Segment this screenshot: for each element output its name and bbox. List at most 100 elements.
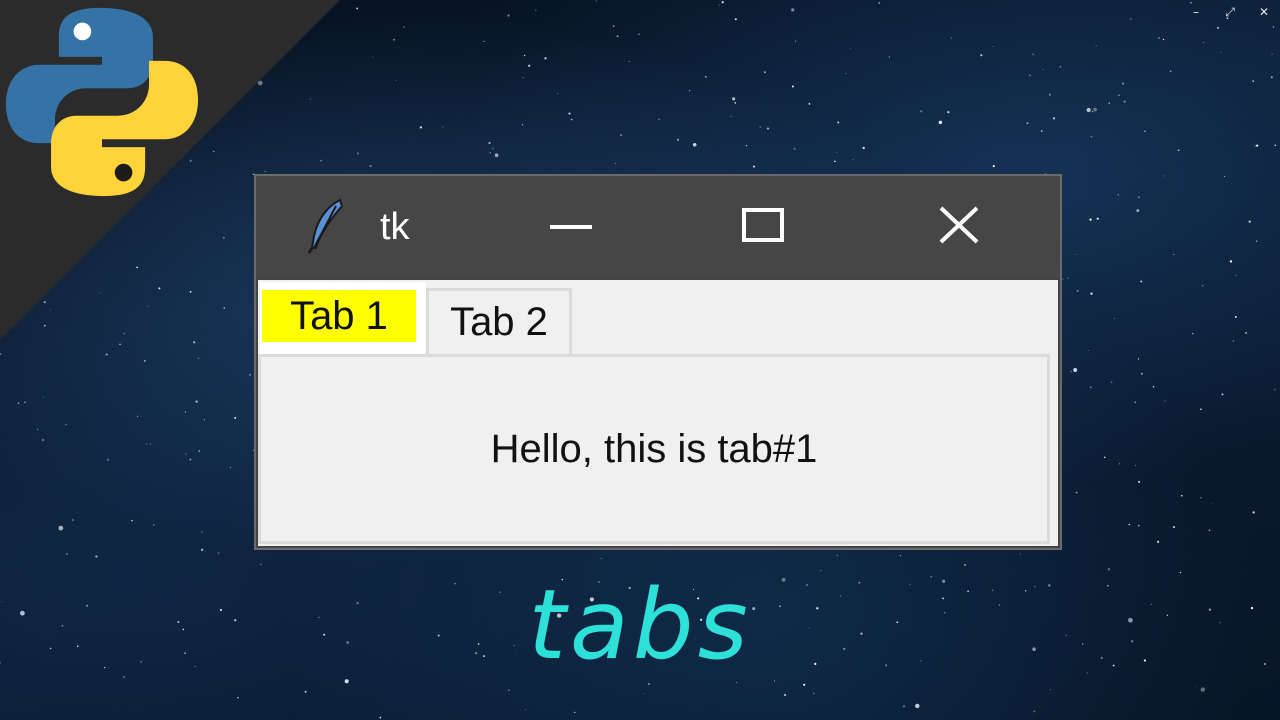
maximize-icon[interactable] (718, 198, 808, 254)
star (658, 118, 660, 120)
star (574, 711, 576, 714)
star (1091, 110, 1094, 113)
close-icon[interactable] (914, 198, 1004, 254)
star (1219, 622, 1221, 624)
star (1110, 381, 1113, 384)
star (1050, 689, 1051, 691)
star (41, 438, 44, 442)
star (1232, 340, 1235, 342)
star (1131, 640, 1134, 643)
star (1059, 66, 1062, 68)
star (1029, 74, 1031, 77)
star (49, 647, 52, 650)
star (791, 85, 794, 88)
star (131, 519, 133, 522)
star (1096, 217, 1099, 220)
tab-2[interactable]: Tab 2 (426, 288, 572, 358)
star (1144, 130, 1146, 133)
notebook: Tab 1 Tab 2 Hello, this is tab#1 (258, 280, 1058, 546)
tab-label: Tab 1 (262, 290, 416, 342)
tab-content-label: Hello, this is tab#1 (490, 427, 818, 471)
star (42, 396, 44, 398)
window-titlebar[interactable]: tk (256, 176, 1060, 278)
star (61, 624, 64, 627)
star (356, 152, 359, 155)
star (1271, 53, 1273, 55)
star (764, 71, 766, 74)
star (1108, 102, 1110, 104)
star (568, 112, 571, 115)
star (123, 676, 125, 678)
star (759, 126, 761, 128)
star (1208, 608, 1212, 611)
star (1272, 26, 1275, 28)
star (237, 696, 239, 699)
star (234, 619, 237, 622)
star (992, 46, 994, 48)
star (615, 162, 617, 164)
star (1169, 70, 1172, 73)
star (791, 8, 795, 12)
star (1250, 606, 1254, 610)
star (1140, 372, 1143, 375)
star (1254, 145, 1256, 147)
star (1273, 388, 1276, 391)
star (938, 120, 943, 125)
star (858, 581, 861, 584)
star (395, 80, 397, 81)
desktop-restore-icon[interactable]: ⤢ (1224, 4, 1236, 20)
star (837, 121, 840, 124)
star (1100, 656, 1103, 660)
star (1263, 662, 1266, 666)
star (195, 400, 198, 403)
star (1256, 144, 1259, 147)
star (1162, 175, 1164, 177)
star (643, 693, 645, 695)
star (612, 25, 615, 27)
star (1048, 584, 1051, 587)
star (1200, 408, 1202, 411)
desktop-close-icon[interactable]: ✕ (1258, 4, 1270, 20)
star (217, 552, 220, 554)
star (1033, 710, 1036, 713)
star (943, 612, 946, 614)
star (1052, 117, 1056, 120)
star (1034, 585, 1036, 588)
star (1191, 332, 1194, 335)
star (947, 110, 950, 114)
star (0, 353, 2, 355)
star (201, 531, 203, 533)
star (839, 595, 842, 597)
star (1252, 511, 1255, 514)
star (521, 124, 524, 126)
star (1164, 400, 1166, 402)
star (718, 4, 720, 6)
star (1220, 51, 1222, 53)
star (24, 401, 26, 403)
desktop-minimize-icon[interactable]: – (1190, 4, 1202, 20)
star (356, 602, 359, 605)
minimize-icon[interactable] (526, 198, 616, 254)
star (1106, 584, 1109, 587)
star (1140, 280, 1143, 283)
star (184, 652, 186, 655)
star (65, 423, 67, 426)
star (182, 628, 185, 631)
star (964, 563, 967, 567)
star (1143, 659, 1147, 662)
star (1234, 315, 1237, 318)
star (1040, 130, 1043, 132)
star (1235, 274, 1237, 276)
star (76, 645, 79, 648)
star (346, 641, 350, 644)
star (752, 165, 756, 168)
star (193, 341, 196, 344)
tab-1[interactable]: Tab 1 (260, 282, 426, 358)
star (1152, 385, 1155, 388)
star (544, 57, 547, 60)
star (1252, 80, 1255, 82)
star (1129, 18, 1132, 21)
star (1103, 456, 1106, 459)
star (888, 56, 890, 58)
star (1138, 480, 1141, 483)
